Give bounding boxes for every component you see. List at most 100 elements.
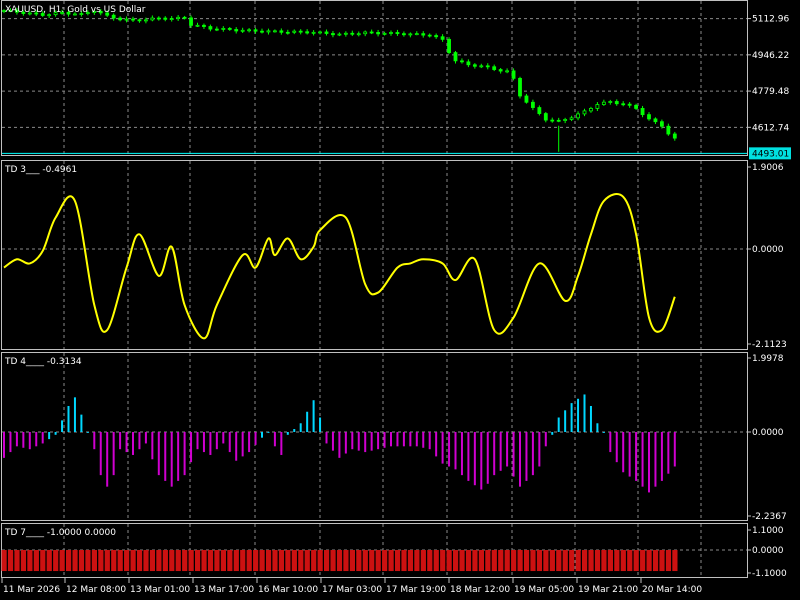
y-tick-label: 5112.96 [752, 15, 789, 25]
histogram-bar [659, 550, 665, 572]
candle-body [221, 27, 226, 30]
histogram-bar [124, 550, 130, 572]
candle-body [182, 16, 187, 19]
histogram-bar [370, 432, 373, 451]
histogram-bar [106, 432, 109, 487]
histogram-bar [111, 550, 117, 572]
candle-body [498, 69, 503, 72]
histogram-bar [170, 432, 173, 487]
candle-body [505, 70, 510, 73]
histogram-bar [40, 550, 46, 572]
y-tick-label: 1.9006 [752, 163, 784, 173]
histogram-bar [207, 550, 214, 572]
histogram-bar [364, 432, 367, 453]
histogram-bar [672, 550, 678, 572]
y-tick-label: 1.1000 [752, 526, 784, 536]
histogram-bar [569, 550, 575, 572]
candle-body [272, 30, 277, 33]
histogram-bar [27, 550, 33, 572]
histogram-bar [660, 432, 663, 481]
histogram-bar [415, 432, 418, 447]
x-tick-label: 17 Mar 19:00 [386, 585, 446, 595]
x-tick-label: 13 Mar 01:00 [130, 585, 190, 595]
histogram-bar [589, 405, 592, 432]
histogram-bar [319, 417, 322, 432]
histogram-bar [67, 405, 70, 432]
candle-body [311, 31, 316, 34]
histogram-bar [183, 432, 186, 476]
histogram-bar [78, 550, 85, 572]
candle-body [601, 101, 606, 105]
candle-body [608, 101, 613, 103]
histogram-bar [357, 432, 360, 451]
x-tick-label: 20 Mar 14:00 [642, 585, 702, 595]
x-tick-label: 16 Mar 10:00 [258, 585, 318, 595]
histogram-bar [536, 550, 543, 572]
candle-body [414, 33, 419, 36]
histogram-bar [22, 432, 25, 448]
histogram-bar [15, 432, 18, 447]
histogram-bar [227, 550, 233, 572]
histogram-bar [278, 550, 285, 572]
histogram-bar [240, 550, 246, 572]
histogram-bar [615, 432, 618, 463]
histogram-bar [673, 432, 676, 467]
candle-body [518, 77, 522, 97]
histogram-bar [485, 550, 491, 572]
candle-body [479, 65, 484, 68]
histogram-bar [86, 431, 89, 433]
histogram-bar [499, 432, 502, 471]
candle-body [169, 18, 174, 20]
histogram-bar [454, 432, 457, 470]
histogram-bar [622, 432, 625, 473]
candle-body [627, 103, 632, 106]
histogram-bar [149, 550, 156, 572]
candle-body [563, 119, 568, 121]
histogram-bar [112, 432, 115, 476]
histogram-bar [162, 550, 168, 572]
candle-body [453, 52, 458, 62]
chart-title: XAUUSD, H1: Gold vs US Dollar [5, 5, 146, 15]
histogram-bar [228, 432, 231, 453]
histogram-bar [175, 550, 181, 572]
candle-body [640, 108, 645, 116]
histogram-bar [291, 550, 297, 572]
histogram-bar [35, 432, 38, 447]
histogram-bar [214, 550, 220, 572]
chart-canvas[interactable]: 5112.96 4946.22 4779.48 4612.74 4493.01 XAUUS… [0, 0, 800, 600]
histogram-bar [511, 550, 517, 572]
histogram-bar [202, 432, 205, 453]
y-tick-label: 4612.74 [752, 123, 789, 133]
histogram-bar [396, 432, 399, 447]
candle-body [189, 17, 193, 26]
histogram-bar [402, 432, 405, 447]
histogram-bar [356, 550, 362, 572]
histogram-bar [304, 550, 310, 572]
histogram-bar [478, 550, 484, 572]
histogram-bar [531, 432, 534, 476]
candle-body [266, 30, 271, 33]
candle-body [150, 17, 155, 21]
candle-body [176, 16, 181, 19]
candle-body [460, 60, 464, 63]
histogram-bar [125, 432, 128, 453]
histogram-bar [85, 550, 91, 572]
chart-window[interactable]: 5112.96 4946.22 4779.48 4612.74 4493.01 XAUUS… [0, 0, 800, 600]
histogram-bar [414, 550, 420, 572]
histogram-bar [486, 432, 489, 484]
histogram-bar [138, 432, 141, 450]
candle-body [156, 17, 161, 20]
histogram-bar [362, 550, 368, 572]
candle-body [285, 31, 290, 34]
histogram-bar [375, 550, 381, 572]
x-tick-label: 19 Mar 05:00 [514, 585, 574, 595]
histogram-bar [164, 432, 167, 481]
histogram-bar [459, 550, 465, 572]
histogram-bar [188, 550, 194, 572]
y-tick-label: 4946.22 [752, 51, 789, 61]
candle-body [363, 31, 368, 35]
panel-border [1, 160, 748, 350]
histogram-bar [601, 550, 607, 572]
histogram-bar [583, 394, 586, 432]
histogram-bar [523, 550, 530, 572]
